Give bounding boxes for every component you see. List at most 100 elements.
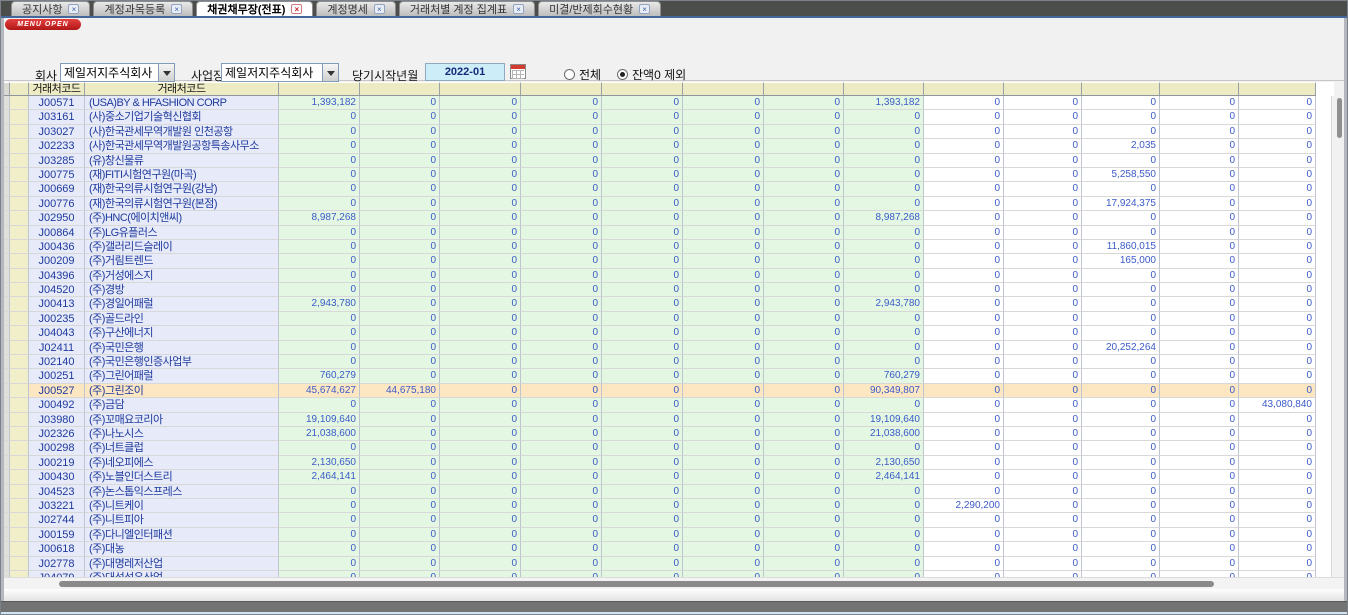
tab[interactable]: 미결/반제회수현황 × (538, 1, 661, 16)
row-select-cell[interactable] (10, 470, 29, 484)
value-column-header[interactable] (602, 82, 683, 96)
table-row[interactable]: J04396 (주)거성에스지 0 0 0 0 0 0 0 0 0 0 0 0 … (4, 269, 1316, 283)
code-column-header[interactable]: 거래처코드 (29, 82, 85, 96)
table-row[interactable]: J02950 (주)HNC(에이치앤씨) 8,987,268 0 0 0 0 0… (4, 211, 1316, 225)
table-row[interactable]: J00209 (주)거림트렌드 0 0 0 0 0 0 0 0 0 0 165,… (4, 254, 1316, 268)
table-row[interactable]: J04523 (주)논스톱익스프레스 0 0 0 0 0 0 0 0 0 0 0… (4, 485, 1316, 499)
radio-all[interactable]: 전체 (564, 66, 601, 83)
table-row[interactable]: J03980 (주)꼬매요코리아 19,109,640 0 0 0 0 0 0 … (4, 413, 1316, 427)
company-select[interactable]: 제일저지주식회사 (60, 63, 175, 82)
row-select-cell[interactable] (10, 355, 29, 369)
row-select-cell[interactable] (10, 139, 29, 153)
row-select-cell[interactable] (10, 154, 29, 168)
tab[interactable]: 계정과목등록 × (93, 1, 193, 16)
value-column-header[interactable] (521, 82, 602, 96)
value-column-header[interactable] (1004, 82, 1082, 96)
row-select-cell[interactable] (10, 441, 29, 455)
table-row[interactable]: J02778 (주)대명레저산업 0 0 0 0 0 0 0 0 0 0 0 0… (4, 557, 1316, 571)
row-select-cell[interactable] (10, 456, 29, 470)
row-select-cell[interactable] (10, 240, 29, 254)
value-column-header[interactable] (764, 82, 844, 96)
calendar-icon[interactable] (510, 64, 526, 79)
value-column-header[interactable] (844, 82, 924, 96)
table-row[interactable]: J00430 (주)노블인더스트리 2,464,141 0 0 0 0 0 0 … (4, 470, 1316, 484)
row-select-cell[interactable] (10, 168, 29, 182)
row-select-cell[interactable] (10, 254, 29, 268)
value-column-header[interactable] (683, 82, 764, 96)
table-row[interactable]: J00775 (재)FITI시험연구원(마곡) 0 0 0 0 0 0 0 0 … (4, 168, 1316, 182)
value-column-header[interactable] (360, 82, 440, 96)
row-select-cell[interactable] (10, 110, 29, 124)
value-column-header[interactable] (1160, 82, 1239, 96)
table-row[interactable]: J04043 (주)구산에너지 0 0 0 0 0 0 0 0 0 0 0 0 … (4, 326, 1316, 340)
row-select-cell[interactable] (10, 513, 29, 527)
value-column-header[interactable] (924, 82, 1004, 96)
horizontal-scrollbar[interactable] (4, 577, 1346, 589)
table-row[interactable]: J02140 (주)국민은행인증사업부 0 0 0 0 0 0 0 0 0 0 … (4, 355, 1316, 369)
table-row[interactable]: J00436 (주)갤러리드슬레이 0 0 0 0 0 0 0 0 0 0 11… (4, 240, 1316, 254)
row-select-cell[interactable] (10, 485, 29, 499)
table-row[interactable]: J00298 (주)너트클럽 0 0 0 0 0 0 0 0 0 0 0 0 0 (4, 441, 1316, 455)
row-select-cell[interactable] (10, 427, 29, 441)
row-select-cell[interactable] (10, 528, 29, 542)
row-select-cell[interactable] (10, 226, 29, 240)
radio-circle[interactable] (617, 69, 628, 80)
row-select-cell[interactable] (10, 197, 29, 211)
row-select-cell[interactable] (10, 341, 29, 355)
row-select-cell[interactable] (10, 326, 29, 340)
tab-close-icon[interactable]: × (171, 4, 182, 14)
row-select-cell[interactable] (10, 499, 29, 513)
table-row[interactable]: J00219 (주)네오피에스 2,130,650 0 0 0 0 0 0 2,… (4, 456, 1316, 470)
row-select-cell[interactable] (10, 384, 29, 398)
table-row[interactable]: J03285 (유)창신물류 0 0 0 0 0 0 0 0 0 0 0 0 0 (4, 154, 1316, 168)
menu-open-button[interactable]: MENU OPEN (5, 19, 81, 30)
chevron-down-icon[interactable] (322, 64, 338, 81)
row-select-cell[interactable] (10, 125, 29, 139)
radio-circle[interactable] (564, 69, 575, 80)
table-row[interactable]: J03221 (주)니트케이 0 0 0 0 0 0 0 0 2,290,200… (4, 499, 1316, 513)
value-column-header[interactable] (1239, 82, 1316, 96)
tab[interactable]: 계정명세 × (316, 1, 395, 16)
table-row[interactable]: J00527 (주)그린조이 45,674,627 44,675,180 0 0… (4, 384, 1316, 398)
table-row[interactable]: J00413 (주)경일어패럴 2,943,780 0 0 0 0 0 0 2,… (4, 297, 1316, 311)
row-select-cell[interactable] (10, 211, 29, 225)
name-column-header[interactable]: 거래처코드 (85, 82, 279, 96)
row-select-cell[interactable] (10, 369, 29, 383)
table-row[interactable]: J00618 (주)대농 0 0 0 0 0 0 0 0 0 0 0 0 0 (4, 542, 1316, 556)
row-select-cell[interactable] (10, 182, 29, 196)
period-input[interactable]: 2022-01 (425, 63, 505, 81)
tab-close-icon[interactable]: × (374, 4, 385, 14)
radio-exclude-zero[interactable]: 잔액0 제외 (617, 66, 686, 83)
table-row[interactable]: J02326 (주)나노시스 21,038,600 0 0 0 0 0 0 21… (4, 427, 1316, 441)
chevron-down-icon[interactable] (158, 64, 174, 81)
table-row[interactable]: J00776 (재)한국의류시험연구원(본점) 0 0 0 0 0 0 0 0 … (4, 197, 1316, 211)
row-select-cell[interactable] (10, 312, 29, 326)
table-row[interactable]: J04520 (주)경방 0 0 0 0 0 0 0 0 0 0 0 0 0 (4, 283, 1316, 297)
row-select-cell[interactable] (10, 283, 29, 297)
row-select-cell[interactable] (10, 398, 29, 412)
tab-close-icon[interactable]: × (291, 4, 302, 14)
tab-close-icon[interactable]: × (639, 4, 650, 14)
tab-close-icon[interactable]: × (68, 4, 79, 14)
table-row[interactable]: J00235 (주)골드라인 0 0 0 0 0 0 0 0 0 0 0 0 0 (4, 312, 1316, 326)
table-row[interactable]: J02233 (사)한국관세무역개발원공항특송사무소 0 0 0 0 0 0 0… (4, 139, 1316, 153)
table-row[interactable]: J00251 (주)그린어패럴 760,279 0 0 0 0 0 0 760,… (4, 369, 1316, 383)
row-select-cell[interactable] (10, 542, 29, 556)
table-row[interactable]: J03161 (사)중소기업기술혁신협회 0 0 0 0 0 0 0 0 0 0… (4, 110, 1316, 124)
table-row[interactable]: J00571 (USA)BY & HFASHION CORP 1,393,182… (4, 96, 1316, 110)
table-row[interactable]: J02744 (주)니트피아 0 0 0 0 0 0 0 0 0 0 0 0 0 (4, 513, 1316, 527)
site-select[interactable]: 제일저지주식회사 (221, 63, 339, 82)
table-row[interactable]: J00492 (주)금담 0 0 0 0 0 0 0 0 0 0 0 0 43,… (4, 398, 1316, 412)
horizontal-scrollbar-thumb[interactable] (59, 581, 1214, 587)
tab-close-icon[interactable]: × (513, 4, 524, 14)
table-row[interactable]: J00864 (주)LG유플러스 0 0 0 0 0 0 0 0 0 0 0 0… (4, 226, 1316, 240)
value-column-header[interactable] (279, 82, 360, 96)
row-select-cell[interactable] (10, 297, 29, 311)
value-column-header[interactable] (440, 82, 521, 96)
row-select-cell[interactable] (10, 96, 29, 110)
value-column-header[interactable] (1082, 82, 1160, 96)
table-row[interactable]: J02411 (주)국민은행 0 0 0 0 0 0 0 0 0 0 20,25… (4, 341, 1316, 355)
table-row[interactable]: J00159 (주)다니엘인터패션 0 0 0 0 0 0 0 0 0 0 0 … (4, 528, 1316, 542)
tab[interactable]: 거래처별 계정 집계표 × (399, 1, 535, 16)
row-select-cell[interactable] (10, 413, 29, 427)
